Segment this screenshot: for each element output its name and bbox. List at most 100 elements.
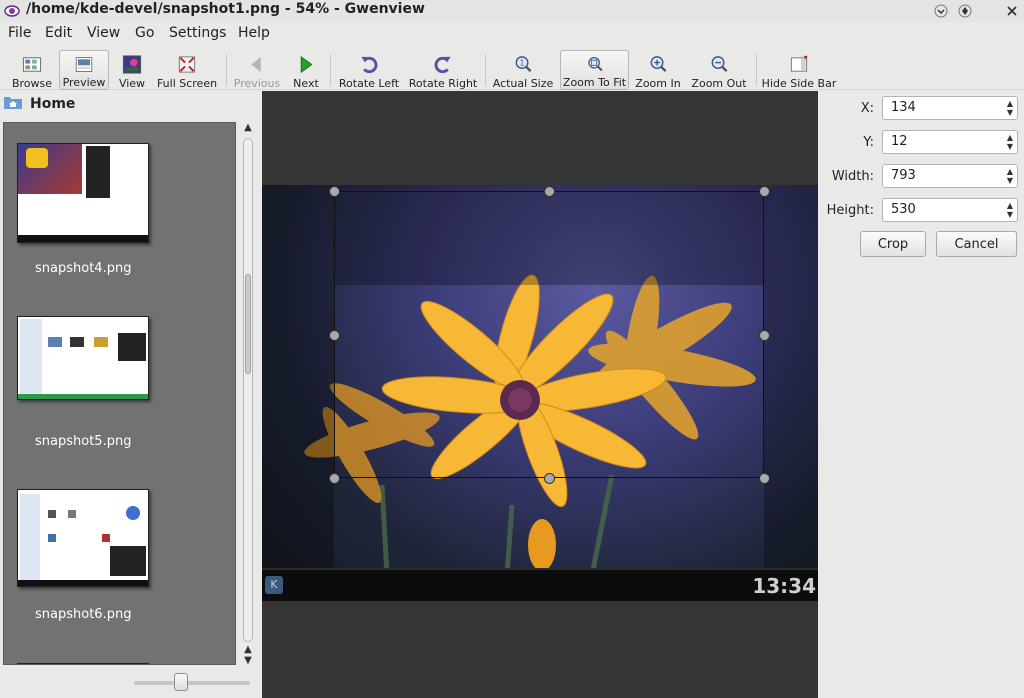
next-button[interactable]: Next <box>292 50 320 90</box>
gwenview-app-icon <box>4 5 20 17</box>
thumbnail-filename: snapshot4.png <box>35 261 132 276</box>
preview-icon <box>75 57 93 72</box>
window-title: /home/kde-devel/snapshot1.png - 54% - Gw… <box>26 1 425 17</box>
actual-size-label: Actual Size <box>492 77 554 90</box>
fullscreen-icon <box>178 56 196 73</box>
x-spinbox[interactable]: 134 ▲ ▼ <box>882 96 1018 120</box>
next-label: Next <box>293 77 319 90</box>
browse-button[interactable]: Browse <box>10 50 54 90</box>
menu-settings[interactable]: Settings <box>169 25 226 41</box>
zoom-in-button[interactable]: Zoom In <box>635 50 681 90</box>
previous-label: Previous <box>233 77 281 90</box>
scroll-handle[interactable] <box>245 274 251 374</box>
hide-side-bar-button[interactable]: Hide Side Bar <box>761 50 837 90</box>
rotate-right-icon <box>434 56 451 74</box>
screenshot-taskbar: K 13:34 <box>262 568 818 601</box>
scroll-track[interactable] <box>243 138 253 642</box>
previous-button[interactable]: Previous <box>234 50 280 90</box>
crop-handle-top-left[interactable] <box>329 186 340 197</box>
toolbar-separator <box>330 54 331 86</box>
preview-button[interactable]: Preview <box>59 50 109 90</box>
close-button[interactable] <box>1003 2 1021 20</box>
zoom-in-icon <box>650 56 667 73</box>
y-label: Y: <box>863 135 874 150</box>
menu-edit[interactable]: Edit <box>45 25 72 41</box>
width-value: 793 <box>891 168 916 183</box>
height-spinbox[interactable]: 530 ▲ ▼ <box>882 198 1018 222</box>
crop-button[interactable]: Crop <box>860 231 926 257</box>
thumbnail-image <box>17 316 149 400</box>
kde-menu-icon: K <box>265 576 283 594</box>
sidebar-icon <box>790 55 808 72</box>
view-image-icon <box>122 55 142 74</box>
zoom-to-fit-button[interactable]: Zoom To Fit <box>560 50 629 90</box>
scroll-up-icon[interactable]: ▲ <box>241 122 255 134</box>
previous-arrow-icon <box>251 56 261 73</box>
zoom-in-label: Zoom In <box>635 77 681 90</box>
x-label: X: <box>860 101 874 116</box>
image-viewer[interactable]: K 13:34 <box>262 91 818 698</box>
spin-arrows-icon[interactable]: ▲ ▼ <box>1007 201 1013 219</box>
rotate-left-button[interactable]: Rotate Left <box>339 50 399 90</box>
thumbnail-view[interactable]: snapshot4.png snapshot5.png snapshot6.pn… <box>3 122 236 665</box>
minimize-button[interactable] <box>932 2 950 20</box>
zoom-to-fit-label: Zoom To Fit <box>562 76 627 89</box>
crop-handle-left[interactable] <box>329 330 340 341</box>
location-label: Home <box>30 96 76 112</box>
spin-arrows-icon[interactable]: ▲ ▼ <box>1007 133 1013 151</box>
thumbnail-image <box>17 489 149 587</box>
menu-help[interactable]: Help <box>238 25 270 41</box>
preview-label: Preview <box>62 76 106 89</box>
thumbnail-filename: snapshot6.png <box>35 607 132 622</box>
location-bar[interactable]: Home <box>0 91 262 118</box>
crop-handle-bottom-left[interactable] <box>329 473 340 484</box>
menu-file[interactable]: File <box>8 25 31 41</box>
full-screen-label: Full Screen <box>156 77 218 90</box>
crop-side-panel: X: 134 ▲ ▼ Y: 12 ▲ ▼ Width: 793 ▲ ▼ Height:… <box>818 91 1024 698</box>
spin-arrows-icon[interactable]: ▲ ▼ <box>1007 167 1013 185</box>
zoom-out-button[interactable]: Zoom Out <box>691 50 747 90</box>
svg-text:1: 1 <box>520 58 525 67</box>
maximize-button[interactable] <box>956 2 974 20</box>
cancel-button[interactable]: Cancel <box>936 231 1017 257</box>
y-value: 12 <box>891 134 908 149</box>
thumbnail-size-slider[interactable] <box>134 673 250 691</box>
hide-side-bar-label: Hide Side Bar <box>761 77 837 90</box>
rotate-right-label: Rotate Right <box>408 77 478 90</box>
menu-view[interactable]: View <box>87 25 120 41</box>
crop-handle-bottom-right[interactable] <box>759 473 770 484</box>
crop-overlay-left <box>262 285 334 572</box>
width-label: Width: <box>831 169 874 184</box>
crop-handle-top-right[interactable] <box>759 186 770 197</box>
rotate-right-button[interactable]: Rotate Right <box>408 50 478 90</box>
height-label: Height: <box>826 203 874 218</box>
crop-handle-top[interactable] <box>544 186 555 197</box>
scroll-down-icon[interactable]: ▼ <box>241 655 255 667</box>
zoom-out-label: Zoom Out <box>691 77 747 90</box>
menu-bar: File Edit View Go Settings Help <box>0 22 1024 44</box>
crop-overlay-right <box>764 285 818 572</box>
view-button[interactable]: View <box>116 50 148 90</box>
browse-grid-icon <box>22 57 42 72</box>
slider-handle[interactable] <box>174 673 188 691</box>
width-spinbox[interactable]: 793 ▲ ▼ <box>882 164 1018 188</box>
crop-handle-bottom[interactable] <box>544 473 555 484</box>
diamond-icon <box>958 4 972 18</box>
crop-handle-right[interactable] <box>759 330 770 341</box>
view-label: View <box>118 77 146 90</box>
full-screen-button[interactable]: Full Screen <box>156 50 218 90</box>
menu-go[interactable]: Go <box>135 25 154 41</box>
spin-arrows-icon[interactable]: ▲ ▼ <box>1007 99 1013 117</box>
zoom-actual-size-icon: 1 <box>515 56 532 73</box>
title-bar: /home/kde-devel/snapshot1.png - 54% - Gw… <box>0 0 1024 22</box>
y-spinbox[interactable]: 12 ▲ ▼ <box>882 130 1018 154</box>
x-value: 134 <box>891 100 916 115</box>
thumbnail-image <box>17 143 149 243</box>
chevron-down-icon <box>934 4 948 18</box>
main-toolbar: Browse Preview View Full Screen Previous… <box>0 44 1024 90</box>
thumbnail-scrollbar[interactable]: ▲ ▲ ▼ <box>240 122 256 667</box>
close-icon <box>1007 6 1017 16</box>
actual-size-button[interactable]: 1 Actual Size <box>492 50 554 90</box>
crop-selection[interactable] <box>334 191 764 478</box>
browse-label: Browse <box>11 77 53 90</box>
